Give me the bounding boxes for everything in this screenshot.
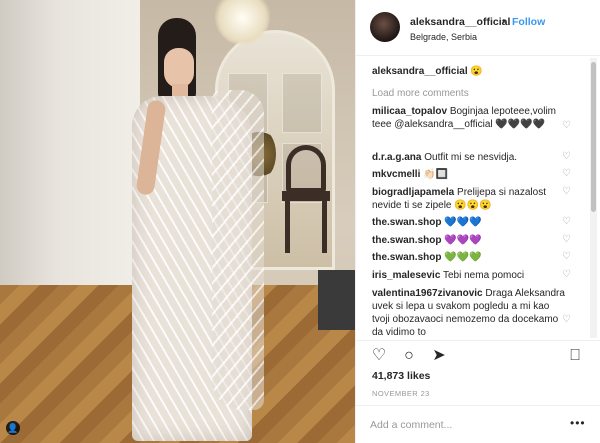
comment: the.swan.shop 💜💜💜: [372, 234, 568, 247]
door-pane: [282, 73, 322, 133]
comment: biogradljapamela Prelijepa si nazalost n…: [372, 186, 568, 212]
chair-back: [286, 145, 326, 193]
comment: iris_malesevic Tebi nema pomoci: [372, 269, 568, 282]
comment: d.r.a.g.ana Outfit mi se nesvidja.: [372, 151, 568, 164]
comment-username[interactable]: d.r.a.g.ana: [372, 152, 421, 163]
comment-like-icon[interactable]: ♡: [562, 168, 571, 179]
post-header: aleksandra__official • Follow Belgrade, …: [356, 0, 600, 56]
comment-like-icon[interactable]: ♡: [562, 314, 571, 325]
person-cape: [212, 90, 264, 410]
header-username[interactable]: aleksandra__official: [410, 16, 510, 28]
comment-like-icon[interactable]: ♡: [562, 269, 571, 280]
save-bookmark-icon[interactable]: ⎕: [566, 347, 584, 365]
more-options-icon[interactable]: •••: [570, 416, 586, 430]
comment-username[interactable]: iris_malesevic: [372, 270, 440, 281]
share-icon[interactable]: ➤: [430, 347, 448, 365]
comment-text: Tebi nema pomoci: [443, 270, 525, 281]
add-comment-input[interactable]: [370, 415, 560, 435]
photo-heater: [318, 270, 355, 330]
comment-username[interactable]: milicaa_topalov: [372, 106, 447, 117]
comment-username[interactable]: the.swan.shop: [372, 252, 441, 263]
likes-count[interactable]: 41,873 likes: [372, 370, 430, 382]
comment: the.swan.shop 💙💙💙: [372, 216, 568, 229]
post-date: NOVEMBER 23: [372, 389, 430, 398]
caption: aleksandra__official 😮: [372, 66, 483, 77]
add-comment-bar: •••: [356, 405, 600, 443]
post-panel: aleksandra__official • Follow Belgrade, …: [355, 0, 600, 443]
comment: milicaa_topalov Boginjaa lepoteee,volim …: [372, 105, 568, 131]
load-more-comments-button[interactable]: Load more comments: [372, 88, 469, 99]
like-icon[interactable]: ♡: [370, 347, 388, 365]
comment-text: 💚💚💚: [444, 252, 482, 263]
comment-username[interactable]: the.swan.shop: [372, 235, 441, 246]
comment: mkvcmelli 👏🏻🔲: [372, 168, 568, 181]
comments-scrollbar[interactable]: [590, 58, 597, 338]
chair-seat: [282, 191, 330, 201]
person-face: [164, 48, 194, 88]
post-actions: ♡ ○ ➤ ⎕: [356, 340, 600, 368]
comment-username[interactable]: biogradljapamela: [372, 187, 454, 198]
comment-like-icon[interactable]: ♡: [562, 151, 571, 162]
follow-button[interactable]: Follow: [512, 16, 545, 28]
location-link[interactable]: Belgrade, Serbia: [410, 32, 477, 42]
caption-username[interactable]: aleksandra__official: [372, 66, 468, 77]
caption-text: 😮: [470, 66, 483, 77]
comment-like-icon[interactable]: ♡: [562, 251, 571, 262]
photo-chair: [282, 145, 330, 255]
comment-username[interactable]: the.swan.shop: [372, 217, 441, 228]
comment-like-icon[interactable]: ♡: [562, 216, 571, 227]
comment-username[interactable]: valentina1967zivanovic: [372, 288, 483, 299]
avatar[interactable]: [370, 12, 400, 42]
photo-person: [120, 18, 265, 443]
comment-like-icon[interactable]: ♡: [562, 186, 571, 197]
comment-text: 💙💙💙: [444, 217, 482, 228]
comment-text: 💜💜💜: [444, 235, 482, 246]
comments-section: aleksandra__official 😮 Load more comment…: [356, 56, 600, 338]
separator-dot: •: [502, 16, 506, 27]
comment-like-icon[interactable]: ♡: [562, 234, 571, 245]
tag-people-icon[interactable]: 👤: [6, 421, 20, 435]
comment-username[interactable]: mkvcmelli: [372, 169, 420, 180]
post-photo[interactable]: 👤: [0, 0, 355, 443]
chair-leg: [285, 201, 290, 253]
comment-text: Outfit mi se nesvidja.: [424, 152, 518, 163]
scrollbar-thumb[interactable]: [591, 62, 596, 212]
chair-leg: [322, 201, 327, 253]
comment-icon[interactable]: ○: [400, 347, 418, 365]
comment-like-icon[interactable]: ♡: [562, 120, 571, 131]
comment: the.swan.shop 💚💚💚: [372, 251, 568, 264]
comment-text: 👏🏻🔲: [423, 169, 449, 180]
comment: valentina1967zivanovic Draga Aleksandra …: [372, 287, 568, 338]
